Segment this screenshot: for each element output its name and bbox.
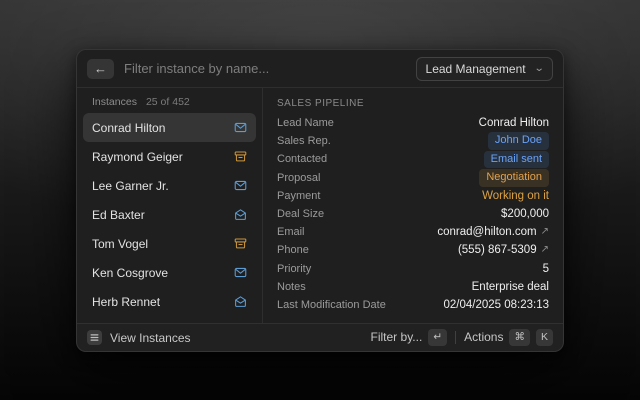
detail-row: Lead Name Conrad Hilton bbox=[277, 114, 549, 132]
field-label: Contacted bbox=[277, 153, 327, 165]
current-command-label: View Instances bbox=[110, 331, 191, 345]
field-value-badge: Negotiation bbox=[479, 169, 549, 187]
field-value: 02/04/2025 08:23:13 bbox=[443, 299, 549, 311]
tray-icon bbox=[234, 237, 247, 250]
external-link-icon: ↗ bbox=[541, 245, 549, 255]
actions-label: Actions bbox=[464, 330, 503, 344]
instances-list: Instances 25 of 452 Conrad Hilton Raymon… bbox=[77, 88, 263, 323]
envelope-icon bbox=[234, 179, 247, 192]
field-label: Priority bbox=[277, 263, 311, 275]
detail-row: Deal Size $200,000 bbox=[277, 205, 549, 223]
field-label: Email bbox=[277, 226, 305, 238]
list-item-label: Lee Garner Jr. bbox=[92, 179, 169, 193]
list-item[interactable]: Herb Rennet bbox=[83, 287, 256, 316]
field-value: Working on it bbox=[482, 190, 549, 202]
field-value: $200,000 bbox=[501, 208, 549, 220]
chevron-down-icon: ⌄ bbox=[533, 64, 544, 74]
field-label: Sales Rep. bbox=[277, 135, 331, 147]
return-key-icon: ↵ bbox=[428, 329, 447, 346]
section-title: SALES PIPELINE bbox=[277, 95, 549, 114]
envelope-open-icon bbox=[234, 208, 247, 221]
field-label: Proposal bbox=[277, 172, 320, 184]
field-value: conrad@hilton.com bbox=[437, 226, 536, 238]
field-label: Deal Size bbox=[277, 208, 324, 220]
detail-row: Priority 5 bbox=[277, 260, 549, 278]
detail-row: Proposal Negotiation bbox=[277, 169, 549, 187]
list-item[interactable]: Ed Baxter bbox=[83, 200, 256, 229]
list-item[interactable]: Lee Garner Jr. bbox=[83, 171, 256, 200]
list-item-label: Raymond Geiger bbox=[92, 150, 183, 164]
list-item-label: Ken Cosgrove bbox=[92, 266, 168, 280]
detail-row: Email conrad@hilton.com ↗ bbox=[277, 223, 549, 241]
field-value: Enterprise deal bbox=[472, 281, 549, 293]
field-value-badge: John Doe bbox=[488, 132, 549, 150]
detail-panel: SALES PIPELINE Lead Name Conrad Hilton S… bbox=[263, 88, 563, 323]
list-item-label: Tom Vogel bbox=[92, 237, 148, 251]
list-item-label: Ed Baxter bbox=[92, 208, 145, 222]
actions-button[interactable]: Actions ⌘ K bbox=[464, 329, 553, 346]
envelope-open-icon bbox=[234, 295, 247, 308]
list-header: Instances 25 of 452 bbox=[83, 93, 256, 113]
view-instances-icon bbox=[87, 330, 102, 345]
list-item-label: Herb Rennet bbox=[92, 295, 160, 309]
detail-row: Phone (555) 867-5309 ↗ bbox=[277, 241, 549, 259]
field-value-badge: Email sent bbox=[484, 151, 549, 169]
field-label: Last Modification Date bbox=[277, 299, 386, 311]
external-link-icon: ↗ bbox=[541, 227, 549, 237]
field-label: Lead Name bbox=[277, 117, 334, 129]
detail-row: Payment Working on it bbox=[277, 187, 549, 205]
detail-row: Last Modification Date 02/04/2025 08:23:… bbox=[277, 296, 549, 314]
footer-bar: View Instances Filter by... ↵ Actions ⌘ … bbox=[77, 323, 563, 351]
envelope-icon bbox=[234, 121, 247, 134]
k-key-icon: K bbox=[536, 329, 553, 346]
list-item[interactable]: Conrad Hilton bbox=[83, 113, 256, 142]
list-header-label: Instances bbox=[92, 96, 137, 108]
field-value: (555) 867-5309 bbox=[458, 244, 537, 256]
detail-row: Contacted Email sent bbox=[277, 150, 549, 168]
detail-row: Sales Rep. John Doe bbox=[277, 132, 549, 150]
back-arrow-icon: ← bbox=[94, 62, 107, 75]
envelope-icon bbox=[234, 266, 247, 279]
email-link[interactable]: conrad@hilton.com ↗ bbox=[437, 226, 549, 238]
list-item[interactable]: Tom Vogel bbox=[83, 229, 256, 258]
field-label: Payment bbox=[277, 190, 320, 202]
dropdown-label: Lead Management bbox=[426, 62, 526, 76]
filter-by-label: Filter by... bbox=[371, 330, 423, 344]
view-dropdown[interactable]: Lead Management ⌄ bbox=[416, 57, 553, 81]
filter-by-button[interactable]: Filter by... ↵ bbox=[371, 329, 448, 346]
search-input[interactable] bbox=[124, 61, 406, 76]
field-value: 5 bbox=[543, 263, 549, 275]
field-value: Conrad Hilton bbox=[479, 117, 549, 129]
field-label: Notes bbox=[277, 281, 306, 293]
cmd-key-icon: ⌘ bbox=[509, 329, 530, 346]
footer-divider bbox=[455, 331, 456, 344]
list-item[interactable]: Ken Cosgrove bbox=[83, 258, 256, 287]
list-item[interactable]: Raymond Geiger bbox=[83, 142, 256, 171]
list-header-count: 25 of 452 bbox=[146, 96, 190, 108]
back-button[interactable]: ← bbox=[87, 59, 114, 79]
phone-link[interactable]: (555) 867-5309 ↗ bbox=[458, 244, 549, 256]
tray-icon bbox=[234, 150, 247, 163]
command-palette-window: ← Lead Management ⌄ Instances 25 of 452 … bbox=[76, 49, 564, 352]
current-command: View Instances bbox=[87, 330, 191, 345]
footer-actions: Filter by... ↵ Actions ⌘ K bbox=[371, 329, 553, 346]
list-item-label: Conrad Hilton bbox=[92, 121, 165, 135]
detail-row: Notes Enterprise deal bbox=[277, 278, 549, 296]
top-bar: ← Lead Management ⌄ bbox=[77, 50, 563, 88]
main-split: Instances 25 of 452 Conrad Hilton Raymon… bbox=[77, 88, 563, 323]
field-label: Phone bbox=[277, 244, 309, 256]
